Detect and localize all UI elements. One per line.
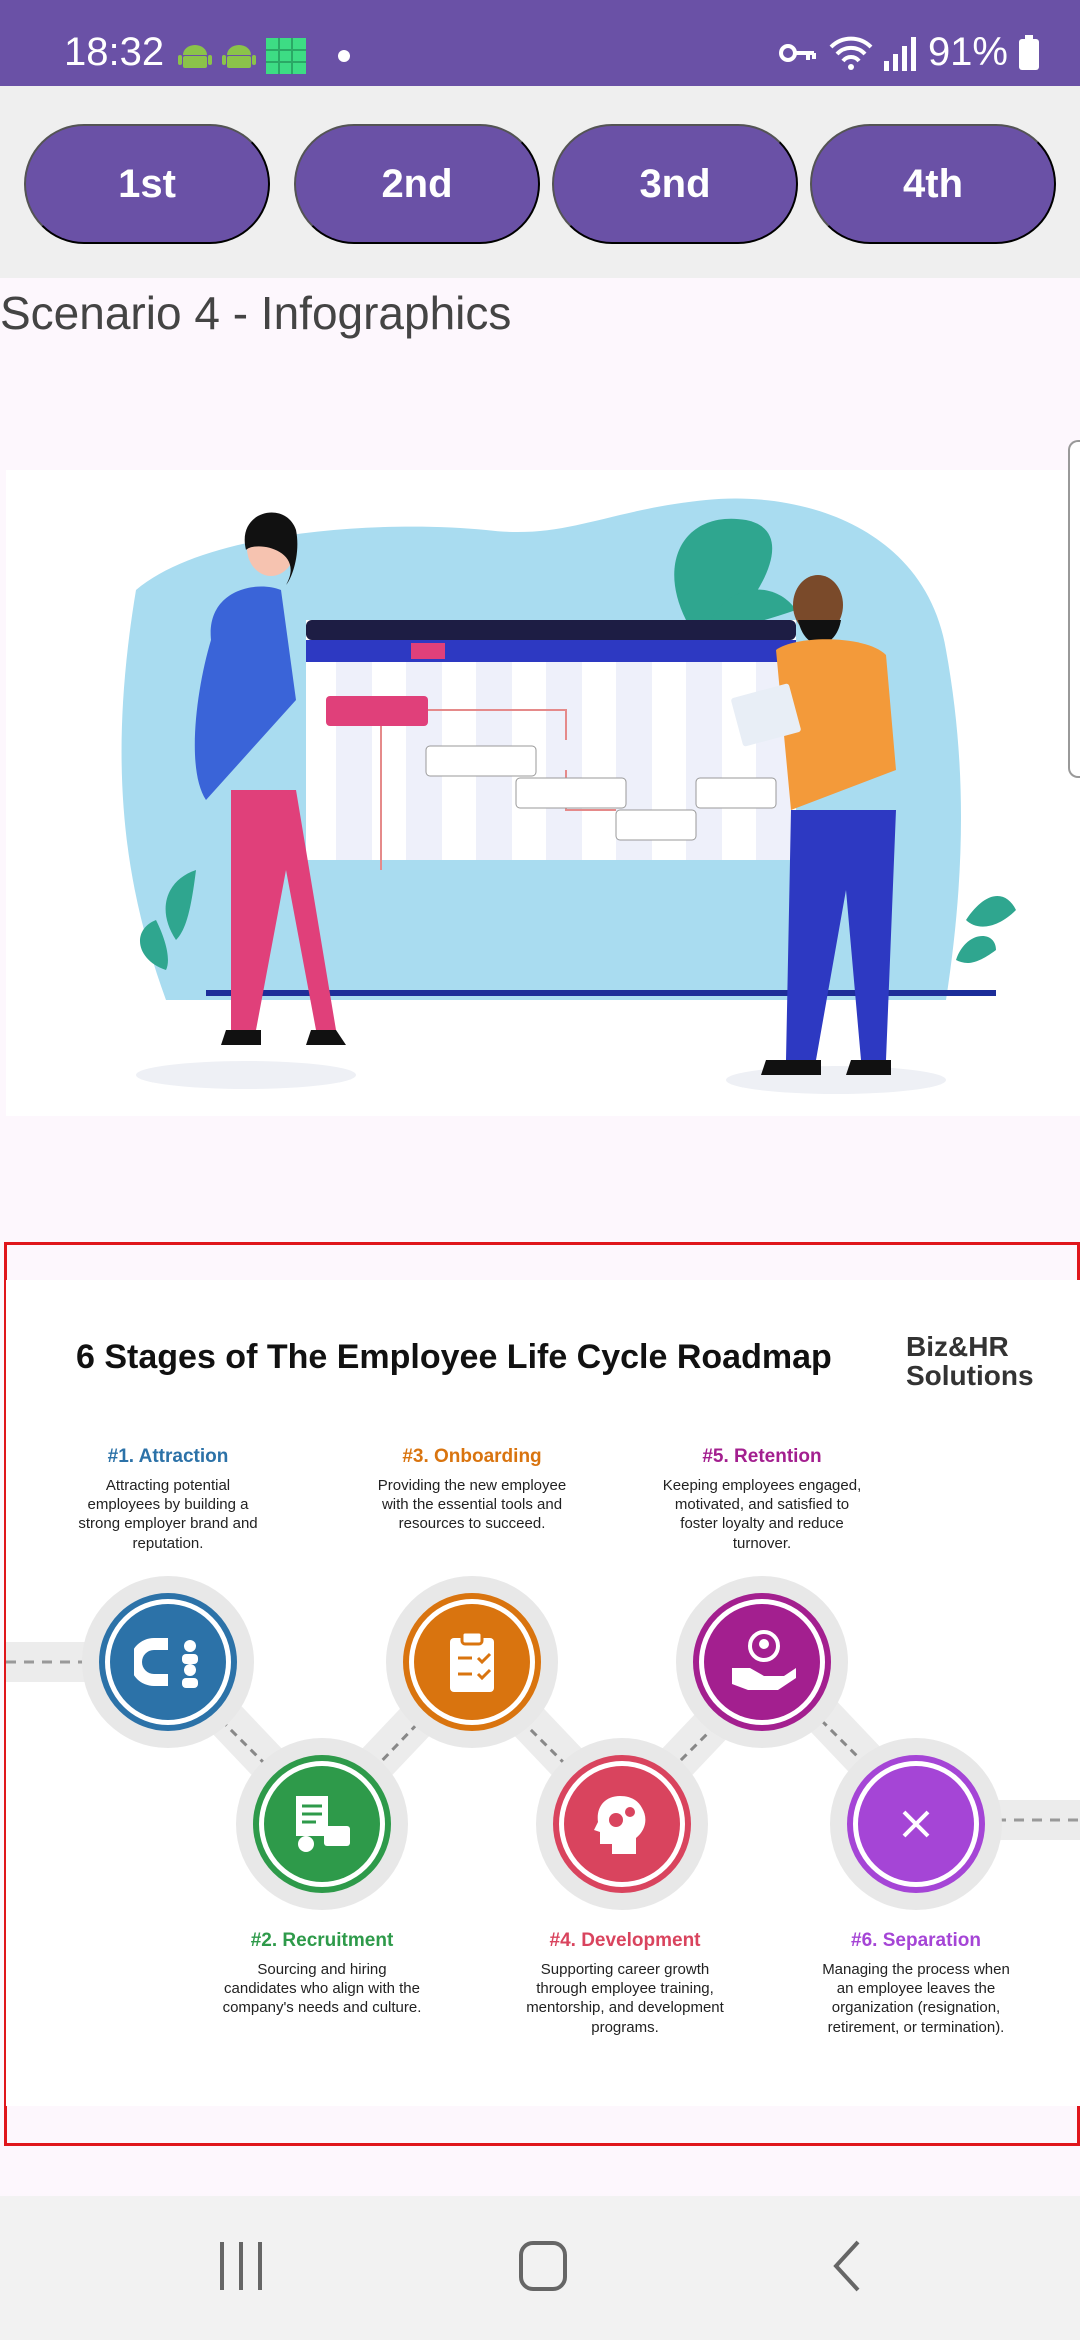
android-icon bbox=[222, 45, 256, 68]
brand-logo-line2: Solutions bbox=[906, 1360, 1034, 1392]
tab-button-1st[interactable]: 1st bbox=[24, 124, 270, 244]
stage-title-development: #4. Development bbox=[549, 1930, 701, 1951]
infographic-title: 6 Stages of The Employee Life Cycle Road… bbox=[76, 1338, 832, 1376]
stage-title-attraction: #1. Attraction bbox=[107, 1446, 229, 1467]
notification-dot-icon bbox=[338, 50, 350, 62]
stage-desc-development: Supporting career growth through employe… bbox=[526, 1961, 724, 2036]
status-bar: 18:32 91% bbox=[0, 0, 1080, 86]
stage-desc-retention: Keeping employees engaged, motivated, an… bbox=[662, 1477, 862, 1552]
briefcase-gear-icon bbox=[296, 1796, 350, 1852]
stage-desc-attraction: Attracting potential employees by buildi… bbox=[78, 1477, 258, 1552]
signal-icon bbox=[883, 36, 916, 71]
stage-title-retention: #5. Retention bbox=[702, 1446, 822, 1467]
brand-logo-line1: Biz&HR bbox=[906, 1331, 1009, 1362]
tab-button-bar: 1st 2nd 3nd 4th bbox=[0, 86, 1080, 278]
stage-title-recruitment: #2. Recruitment bbox=[250, 1930, 394, 1951]
grid-icon bbox=[266, 38, 306, 74]
battery-percentage: 91% bbox=[927, 30, 1008, 74]
close-circle-icon bbox=[902, 1810, 930, 1838]
home-icon[interactable] bbox=[518, 2238, 568, 2294]
hand-person-retention-icon bbox=[732, 1630, 796, 1690]
stage-desc-separation: Managing the process when an employee le… bbox=[822, 1961, 1010, 2036]
head-gears-icon bbox=[594, 1796, 646, 1854]
brand-logo: Biz&HR Solutions bbox=[906, 1332, 1034, 1391]
stage-title-onboarding: #3. Onboarding bbox=[402, 1446, 542, 1467]
back-icon[interactable] bbox=[828, 2238, 868, 2294]
status-time: 18:32 bbox=[64, 30, 165, 74]
team-planning-illustration bbox=[6, 470, 1080, 1116]
key-icon bbox=[778, 43, 816, 62]
battery-icon bbox=[1019, 34, 1039, 70]
stage-desc-recruitment: Sourcing and hiring candidates who align… bbox=[222, 1961, 422, 2017]
scenario-title: Scenario 4 - Infographics bbox=[0, 287, 512, 339]
stage-title-separation: #6. Separation bbox=[851, 1930, 981, 1951]
tab-button-2nd[interactable]: 2nd bbox=[294, 124, 540, 244]
tab-button-3nd[interactable]: 3nd bbox=[552, 124, 798, 244]
stage-desc-onboarding: Providing the new employee with the esse… bbox=[377, 1477, 567, 1533]
tab-button-4th[interactable]: 4th bbox=[810, 124, 1056, 244]
magnet-icon bbox=[134, 1638, 198, 1688]
recent-apps-icon[interactable] bbox=[216, 2238, 266, 2294]
clipboard-checklist-icon bbox=[450, 1630, 494, 1692]
system-navigation-bar bbox=[0, 2196, 1080, 2340]
android-icon bbox=[178, 45, 212, 68]
wifi-icon bbox=[829, 36, 873, 70]
scroll-handle[interactable] bbox=[1068, 440, 1080, 778]
